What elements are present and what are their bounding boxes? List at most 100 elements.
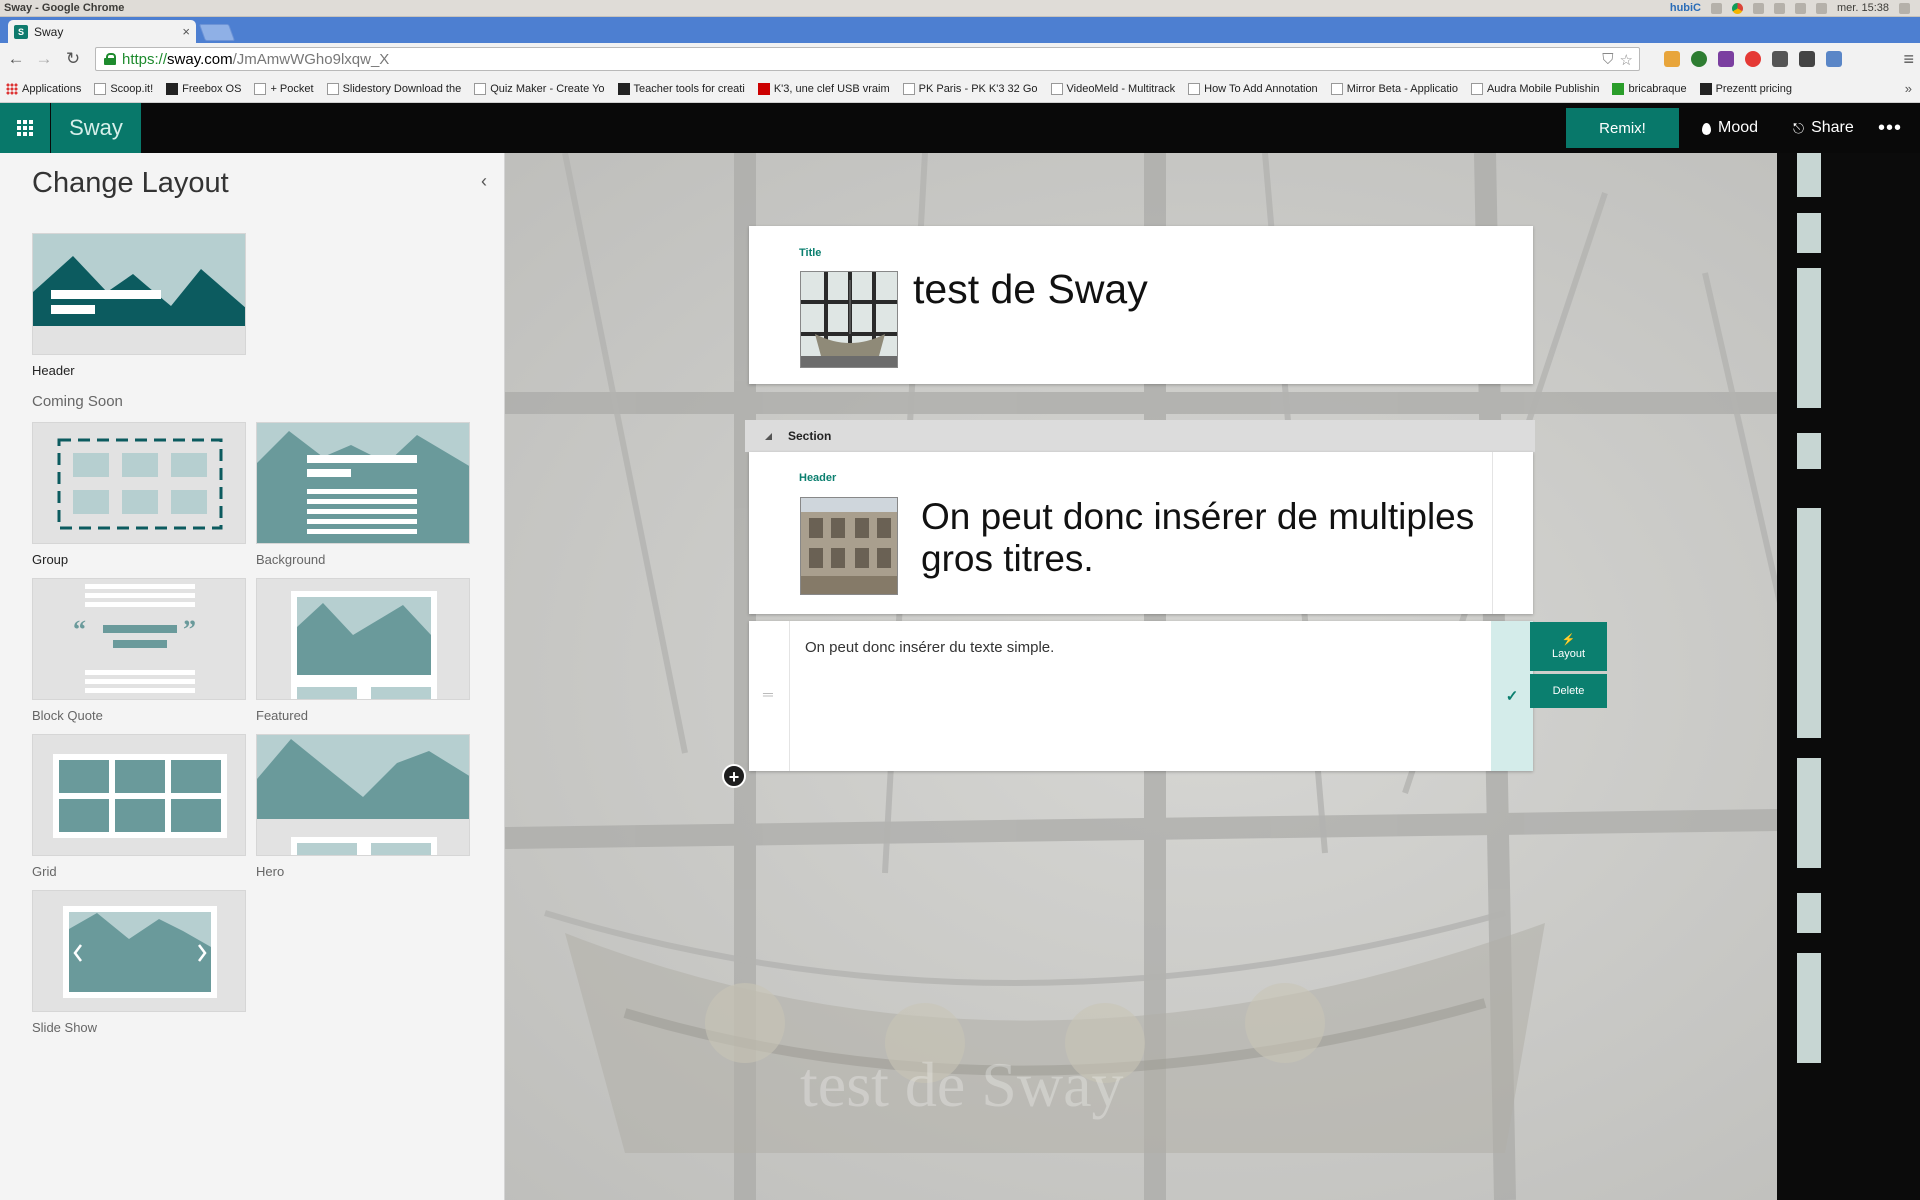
omnibox-icons: ⛉ ☆ — [1602, 51, 1633, 69]
text-card-body[interactable]: On peut donc insérer du texte simple. — [805, 639, 1054, 656]
prezentt-icon — [1699, 82, 1712, 95]
header-card[interactable]: Header On peut donc insérer de multiples… — [749, 452, 1533, 614]
title-card-heading[interactable]: test de Sway — [913, 266, 1148, 313]
bookmark-item[interactable]: Mirror Beta - Applicatio — [1330, 82, 1458, 95]
bookmark-item[interactable]: Prezentt pricing — [1699, 82, 1792, 95]
forward-arrow-icon[interactable]: → — [34, 49, 54, 69]
extension-icons — [1664, 51, 1842, 67]
close-tab-icon[interactable]: × — [182, 24, 190, 39]
bookmark-item[interactable]: PK Paris - PK K'3 32 Go — [902, 82, 1038, 95]
battery-icon[interactable] — [1795, 2, 1807, 14]
layout-hero[interactable]: Hero — [256, 734, 470, 879]
browser-tab-sway[interactable]: S Sway × — [8, 20, 196, 43]
layout-grid[interactable]: Grid — [32, 734, 246, 879]
hubic-label[interactable]: hubiC — [1670, 2, 1701, 14]
more-options-button[interactable]: ••• — [1878, 103, 1902, 153]
header-layout-thumbnail — [32, 233, 246, 355]
new-tab-button[interactable] — [198, 24, 236, 41]
layout-header[interactable]: Header — [32, 233, 246, 378]
layout-block-quote[interactable]: “ ” Block Quote — [32, 578, 246, 723]
url-host: sway.com — [167, 50, 233, 68]
collapse-panel-icon[interactable]: ‹ — [481, 171, 487, 192]
network-icon[interactable] — [1753, 2, 1765, 14]
delete-button[interactable]: Delete — [1530, 674, 1607, 708]
shield-icon[interactable]: ⛉ — [1602, 51, 1613, 69]
bookmark-item[interactable]: Teacher tools for creati — [617, 82, 745, 95]
add-card-plus-icon[interactable]: + — [722, 764, 746, 788]
header-layout-icon — [33, 234, 245, 354]
puzzle-extension-icon[interactable] — [1664, 51, 1680, 67]
share-button[interactable]: ⎋ Share — [1793, 103, 1854, 153]
bookmark-item[interactable]: Applications — [6, 82, 81, 95]
panel-title: Change Layout — [32, 167, 229, 199]
card-type-label: Header — [799, 472, 837, 484]
bookmark-item[interactable]: How To Add Annotation — [1188, 82, 1318, 95]
layout-label: Hero — [256, 864, 285, 879]
app-launcher-button[interactable] — [0, 103, 50, 153]
group-layout-icon — [33, 423, 245, 543]
slide-show-layout-icon — [33, 891, 245, 1011]
mood-button[interactable]: Mood — [1702, 103, 1758, 153]
k3-icon — [757, 82, 770, 95]
evernote-icon[interactable] — [1691, 51, 1707, 67]
group-layout-thumbnail — [32, 422, 246, 544]
back-arrow-icon[interactable]: ← — [6, 49, 26, 69]
collapse-triangle-icon[interactable] — [765, 432, 772, 440]
film-icon[interactable] — [1772, 51, 1788, 67]
section-group-header[interactable]: Section — [745, 420, 1535, 452]
layout-label: Block Quote — [32, 708, 103, 723]
power-icon[interactable] — [1899, 2, 1910, 14]
slide-show-layout-thumbnail — [32, 890, 246, 1012]
lock-icon[interactable] — [104, 53, 116, 65]
bookmark-item[interactable]: bricabraque — [1612, 82, 1687, 95]
bluetooth-icon[interactable] — [1774, 2, 1786, 14]
bookmark-item[interactable]: Audra Mobile Publishin — [1470, 82, 1599, 95]
layout-featured[interactable]: Featured — [256, 578, 470, 723]
lastpass-icon[interactable] — [1745, 51, 1761, 67]
more-bookmarks-icon[interactable]: » — [1905, 81, 1912, 96]
header-card-heading[interactable]: On peut donc insérer de multiples gros t… — [921, 496, 1481, 580]
layout-label: Featured — [256, 708, 309, 723]
layout-button[interactable]: ⚡ Layout — [1530, 622, 1607, 671]
sway-favicon-icon: S — [14, 24, 28, 39]
bookmark-item[interactable]: K'3, une clef USB vraim — [757, 82, 890, 95]
bookmark-item[interactable]: Scoop.it! — [94, 82, 153, 95]
title-card-image[interactable] — [800, 271, 898, 368]
system-tray: hubiC mer. 15:38 — [1670, 2, 1910, 14]
bookmark-item[interactable]: Freebox OS — [166, 82, 241, 95]
clock[interactable]: mer. 15:38 — [1837, 2, 1889, 14]
star-icon[interactable]: ☆ — [1620, 51, 1633, 69]
drag-handle-icon[interactable]: ═ — [763, 686, 773, 702]
page-icon — [254, 82, 267, 95]
chrome-icon[interactable] — [1732, 2, 1744, 14]
layout-label: Header — [32, 363, 75, 378]
remix-button[interactable]: Remix! — [1566, 108, 1679, 148]
onenote-icon[interactable] — [1718, 51, 1734, 67]
checkmark-icon: ✓ — [1505, 688, 1519, 705]
text-card[interactable]: ═ On peut donc insérer du texte simple. … — [749, 621, 1533, 771]
tab-strip: S Sway × — [0, 17, 1920, 43]
confirm-strip[interactable]: ✓ — [1491, 621, 1533, 771]
reload-icon[interactable]: ↻ — [63, 49, 83, 69]
cloud-icon[interactable] — [1711, 2, 1723, 14]
grid-layout-icon — [33, 735, 245, 855]
bookmark-item[interactable]: Slidestory Download the — [326, 82, 461, 95]
layout-background[interactable]: Background — [256, 422, 470, 567]
app-name[interactable]: Sway — [51, 103, 141, 153]
header-card-image[interactable] — [800, 497, 898, 595]
bookmark-item[interactable]: VideoMeld - Multitrack — [1050, 82, 1175, 95]
hamburger-menu-icon[interactable]: ≡ — [1903, 49, 1914, 70]
layout-slide-show[interactable]: Slide Show — [32, 890, 246, 1035]
sway-app-bar: Sway Remix! Mood ⎋ Share ••• — [0, 103, 1920, 153]
title-card[interactable]: Title test de Sway — [749, 226, 1533, 384]
address-bar[interactable]: https:// sway.com /JmAmwWGho9lxqw_X ⛉ ☆ — [95, 47, 1640, 71]
camera-icon[interactable] — [1826, 51, 1842, 67]
bookmark-item[interactable]: + Pocket — [254, 82, 314, 95]
layout-group[interactable]: Group — [32, 422, 246, 567]
card-right-strip — [1492, 452, 1533, 614]
browser-toolbar: ← → ↻ https:// sway.com /JmAmwWGho9lxqw_… — [0, 43, 1920, 75]
bookmark-item[interactable]: Quiz Maker - Create Yo — [474, 82, 605, 95]
svg-text:”: ” — [183, 615, 196, 644]
pocket-extension-icon[interactable] — [1799, 51, 1815, 67]
volume-icon[interactable] — [1816, 2, 1828, 14]
